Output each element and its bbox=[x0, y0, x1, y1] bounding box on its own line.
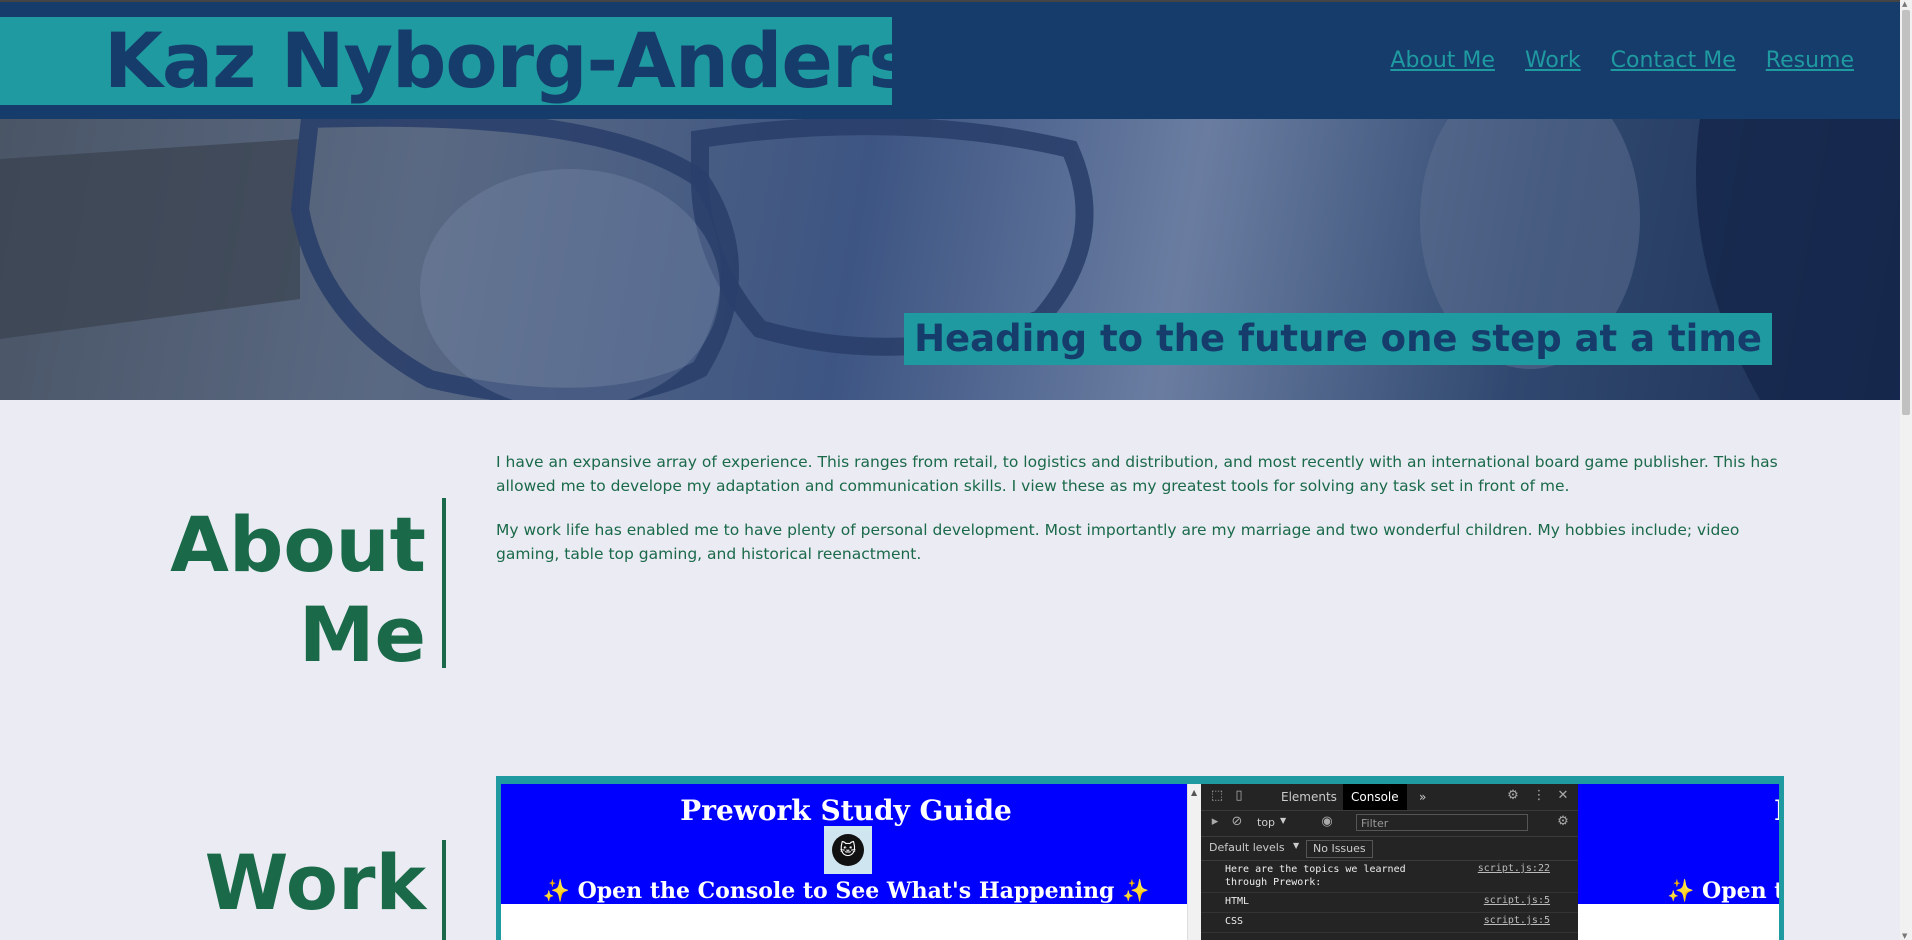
hero-banner: Heading to the future one step at a time bbox=[0, 119, 1900, 400]
devtools-panel: ⬚ ▯ Elements Console » ⚙ ⋮ ✕ ▸ ⊘ top ▼ ◉… bbox=[1201, 784, 1578, 940]
chevron-down-icon: ▼ bbox=[1280, 816, 1287, 825]
scrollbar-thumb[interactable] bbox=[1902, 10, 1910, 415]
work-heading: Work bbox=[204, 838, 426, 927]
preview-subtitle-fragment: ✨ Open th bbox=[1667, 878, 1779, 904]
hero-tagline: Heading to the future one step at a time bbox=[904, 313, 1772, 365]
nav-work[interactable]: Work bbox=[1525, 48, 1581, 73]
project-screenshot: Prework Study Guide 🐱 ✨ Open the Console… bbox=[501, 784, 1779, 940]
nav-resume[interactable]: Resume bbox=[1766, 48, 1854, 73]
scroll-down-icon[interactable]: ▼ bbox=[1902, 932, 1907, 940]
about-divider bbox=[442, 498, 446, 668]
tab-more: » bbox=[1419, 790, 1427, 804]
brand-block: Kaz Nyborg-Andersen bbox=[0, 17, 1017, 105]
work-divider bbox=[442, 840, 446, 940]
console-source-link: script.js:5 bbox=[1483, 915, 1550, 926]
console-message: HTML script.js:5 bbox=[1201, 892, 1578, 913]
issues-badge: No Issues bbox=[1306, 840, 1373, 858]
main-nav: About Me Work Contact Me Resume bbox=[1390, 48, 1854, 73]
cat-icon: 🐱 bbox=[832, 834, 864, 866]
about-paragraph: My work life has enabled me to have plen… bbox=[496, 521, 1740, 563]
preview-avatar: 🐱 bbox=[824, 826, 872, 874]
tab-console: Console bbox=[1343, 784, 1407, 810]
console-source-link: script.js:5 bbox=[1483, 895, 1550, 906]
sidebar-icon: ▸ bbox=[1211, 814, 1219, 829]
nav-contact-me[interactable]: Contact Me bbox=[1611, 48, 1736, 73]
preview-title-fragment: P bbox=[1774, 794, 1779, 827]
preview-subtitle: ✨ Open the Console to See What's Happeni… bbox=[542, 878, 1150, 904]
devtools-toolbar: ⬚ ▯ Elements Console » ⚙ ⋮ ✕ bbox=[1201, 784, 1578, 811]
filter-input: Filter bbox=[1356, 814, 1528, 831]
device-icon: ▯ bbox=[1235, 788, 1243, 803]
about-me-heading: About Me bbox=[166, 500, 426, 680]
kebab-icon: ⋮ bbox=[1532, 788, 1546, 803]
console-toolbar: ▸ ⊘ top ▼ ◉ Filter ⚙ bbox=[1201, 810, 1578, 837]
levels-chevron-icon: ▼ bbox=[1293, 841, 1300, 850]
levels-select: Default levels bbox=[1209, 841, 1285, 854]
site-header: Kaz Nyborg-Andersen About Me Work Contac… bbox=[0, 2, 1900, 119]
site-name: Kaz Nyborg-Andersen bbox=[104, 16, 1017, 105]
eye-icon: ◉ bbox=[1321, 814, 1333, 829]
gear-icon: ⚙ bbox=[1507, 788, 1519, 803]
tab-elements: Elements bbox=[1281, 790, 1337, 804]
preview-banner: Prework Study Guide 🐱 ✨ Open the Console… bbox=[501, 784, 1779, 904]
about-text: I have an expansive array of experience.… bbox=[496, 450, 1781, 586]
context-select: top bbox=[1257, 816, 1276, 829]
about-heading-word: About bbox=[170, 500, 426, 589]
console-source-link: script.js:22 bbox=[1477, 863, 1550, 874]
levels-bar: Default levels ▼ No Issues bbox=[1201, 836, 1578, 861]
nav-about-me[interactable]: About Me bbox=[1390, 48, 1495, 73]
scroll-up-icon[interactable]: ▲ bbox=[1902, 0, 1907, 8]
preview-title: Prework Study Guide bbox=[680, 794, 1012, 827]
console-message: CSS script.js:5 bbox=[1201, 912, 1578, 933]
about-paragraph: I have an expansive array of experience.… bbox=[496, 453, 1778, 495]
page-scrollbar[interactable]: ▲ ▼ bbox=[1900, 0, 1912, 940]
work-project-card[interactable]: Prework Study Guide 🐱 ✨ Open the Console… bbox=[496, 776, 1784, 940]
about-heading-word: Me bbox=[298, 590, 426, 679]
inspect-icon: ⬚ bbox=[1210, 788, 1224, 803]
console-message: Here are the topics we learned through P… bbox=[1201, 860, 1578, 893]
console-settings-icon: ⚙ bbox=[1557, 814, 1569, 829]
preview-scrollbar: ▲ bbox=[1187, 784, 1202, 940]
close-icon: ✕ bbox=[1557, 788, 1569, 803]
clear-icon: ⊘ bbox=[1231, 814, 1243, 829]
